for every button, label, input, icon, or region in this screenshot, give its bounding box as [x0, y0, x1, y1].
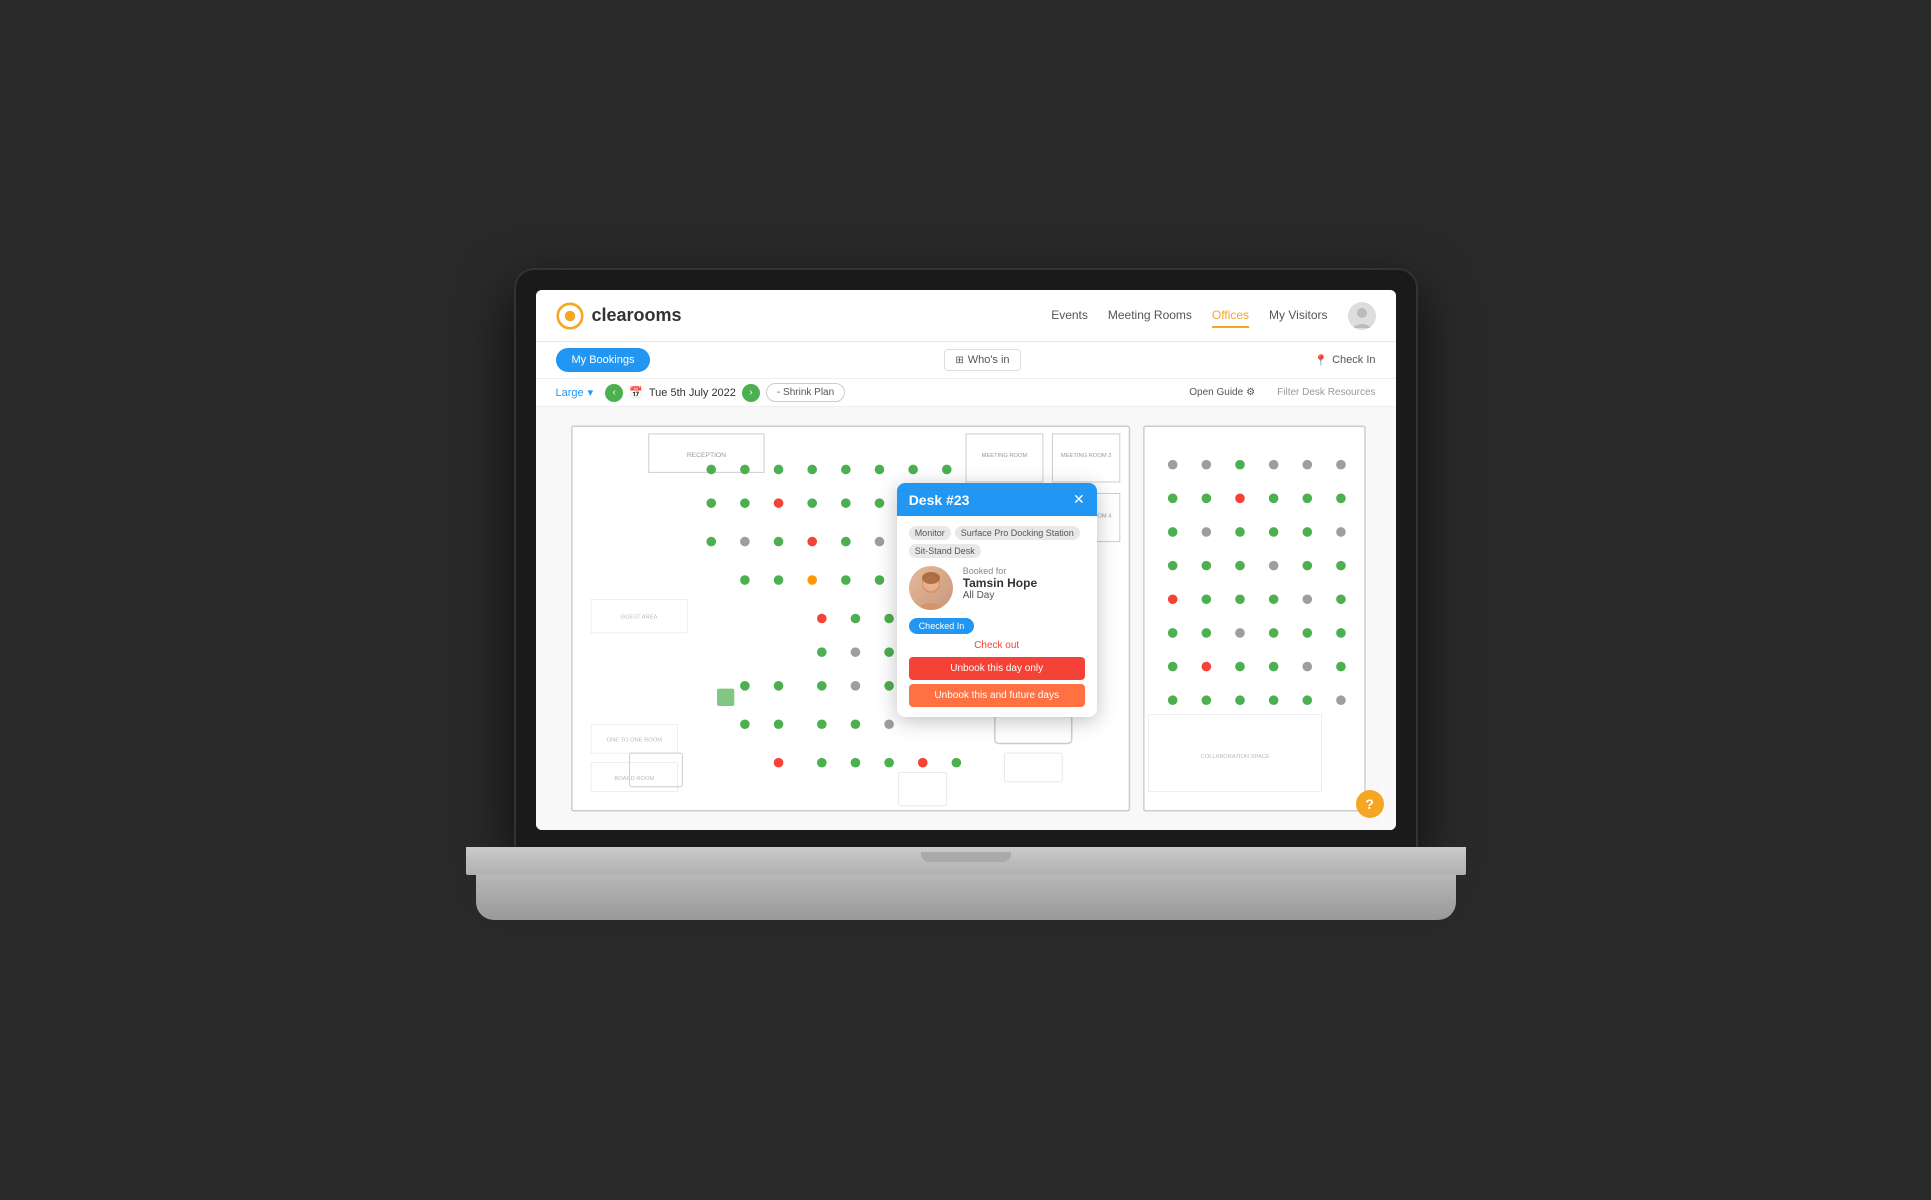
check-in-label: Check In: [1332, 354, 1375, 366]
chevron-down-icon: ▾: [588, 386, 594, 399]
nav-meeting-rooms[interactable]: Meeting Rooms: [1108, 304, 1192, 328]
tag-monitor: Monitor: [909, 526, 951, 540]
filter-desk-label: Filter Desk Resources: [1277, 387, 1375, 398]
logo-icon: [556, 302, 584, 330]
popup-close-button[interactable]: ✕: [1073, 491, 1085, 508]
nav-events[interactable]: Events: [1051, 304, 1088, 328]
laptop-bottom: [476, 874, 1456, 920]
svg-text:MEETING ROOM: MEETING ROOM: [981, 453, 1027, 459]
header: clearooms Events Meeting Rooms Offices M…: [536, 290, 1396, 342]
secondary-toolbar: Large ▾ ‹ 📅 Tue 5th July 2022 › - Shrink…: [536, 379, 1396, 407]
tag-sit-stand: Sit-Stand Desk: [909, 544, 981, 558]
date-prev-button[interactable]: ‹: [605, 384, 623, 402]
checked-in-badge: Checked In: [909, 618, 975, 634]
svg-text:RECEPTION: RECEPTION: [686, 452, 725, 459]
nav-my-visitors[interactable]: My Visitors: [1269, 304, 1327, 328]
popup-header: Desk #23 ✕: [897, 483, 1097, 516]
calendar-icon: 📅: [629, 386, 643, 399]
svg-text:BOARD ROOM: BOARD ROOM: [614, 776, 654, 782]
unbook-future-button[interactable]: Unbook this and future days: [909, 684, 1085, 707]
checkout-link[interactable]: Check out: [909, 640, 1085, 651]
whos-in-button[interactable]: ⊞ Who's in: [944, 349, 1020, 371]
grid-icon: ⊞: [955, 355, 963, 366]
popup-tags: Monitor Surface Pro Docking Station Sit-…: [909, 526, 1085, 558]
current-date: Tue 5th July 2022: [649, 387, 736, 399]
nav-items: Events Meeting Rooms Offices My Visitors: [1051, 302, 1375, 330]
location-icon: 📍: [1314, 354, 1328, 367]
toolbar: My Bookings ⊞ Who's in 📍 Check In: [536, 342, 1396, 379]
booking-avatar: [909, 566, 953, 610]
user-avatar[interactable]: [1348, 302, 1376, 330]
svg-text:MEETING ROOM 2: MEETING ROOM 2: [1060, 453, 1110, 459]
laptop-notch: [921, 852, 1011, 862]
floor-plan-area[interactable]: RECEPTION MEETING ROOM MEETING ROOM 2 ME…: [536, 407, 1396, 830]
svg-text:COLLABORATION SPACE: COLLABORATION SPACE: [1200, 754, 1269, 760]
unbook-day-button[interactable]: Unbook this day only: [909, 657, 1085, 680]
tag-docking: Surface Pro Docking Station: [955, 526, 1080, 540]
date-nav: ‹ 📅 Tue 5th July 2022 › - Shrink Plan: [605, 383, 845, 402]
app-name: clearooms: [592, 305, 682, 326]
booked-for-label: Booked for: [963, 566, 1085, 576]
svg-text:GUEST AREA: GUEST AREA: [620, 615, 657, 621]
popup-body: Monitor Surface Pro Docking Station Sit-…: [897, 516, 1097, 717]
logo-area: clearooms: [556, 302, 682, 330]
shrink-plan-button[interactable]: - Shrink Plan: [766, 383, 845, 402]
size-label: Large: [556, 387, 584, 399]
my-bookings-button[interactable]: My Bookings: [556, 348, 651, 372]
size-select[interactable]: Large ▾: [556, 386, 594, 399]
popup-booking-info: Booked for Tamsin Hope All Day: [963, 566, 1085, 601]
booking-name: Tamsin Hope: [963, 576, 1085, 590]
help-button[interactable]: ?: [1356, 790, 1384, 818]
check-in-button[interactable]: 📍 Check In: [1314, 354, 1375, 367]
settings-icon: ⚙: [1246, 387, 1255, 398]
open-guide-label: Open Guide: [1189, 387, 1243, 398]
booking-time: All Day: [963, 590, 1085, 601]
date-next-button[interactable]: ›: [742, 384, 760, 402]
whos-in-label: Who's in: [968, 354, 1010, 366]
svg-text:ONE TO ONE ROOM: ONE TO ONE ROOM: [606, 738, 662, 744]
popup-title: Desk #23: [909, 492, 970, 508]
nav-offices[interactable]: Offices: [1212, 304, 1249, 328]
open-guide-button[interactable]: Open Guide ⚙: [1189, 387, 1255, 398]
desk-popup: Desk #23 ✕ Monitor Surface Pro Docking S…: [897, 483, 1097, 717]
popup-booking: Booked for Tamsin Hope All Day: [909, 566, 1085, 610]
